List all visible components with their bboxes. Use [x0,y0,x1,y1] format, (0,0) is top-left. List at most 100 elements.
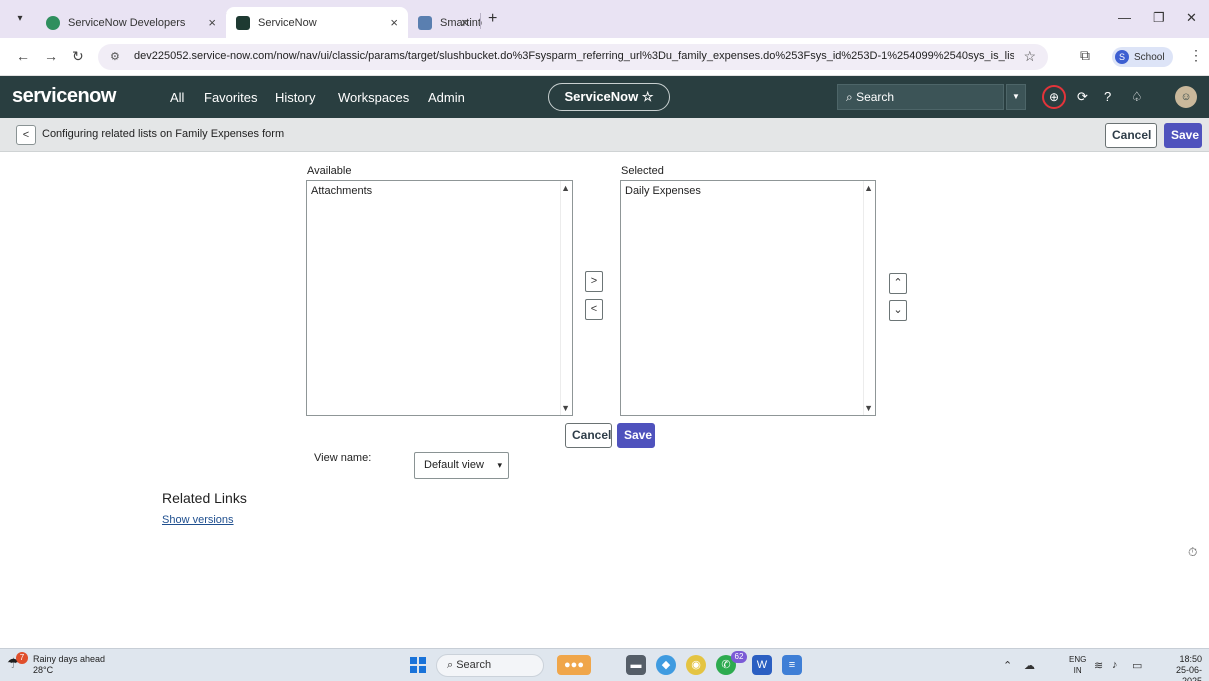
windows-taskbar: ☂ 7 Rainy days ahead 28°C ⌕ Search ●●● ▬… [0,648,1209,681]
move-down-button[interactable]: ⌄ [889,300,907,321]
nav-workspaces[interactable]: Workspaces [338,90,409,105]
show-versions-link[interactable]: Show versions [162,514,234,526]
save-button[interactable]: Save [617,423,655,448]
close-icon[interactable]: × [208,15,216,30]
onedrive-icon[interactable]: ☁ [1024,659,1035,672]
people-widget-icon[interactable]: ●●● [557,655,591,675]
browser-menu-icon[interactable]: ⋮ [1189,47,1203,64]
search-icon: ⌕ [447,659,457,671]
servicenow-logo[interactable]: servicenow [12,85,116,108]
search-icon: ⌕ [846,90,853,104]
timer-icon[interactable]: ⏱ [1188,545,1197,560]
selected-scrollbar[interactable] [863,181,875,415]
globe-icon[interactable]: ⊕ [1042,85,1066,109]
profile-label: School [1134,51,1165,63]
notification-bell-icon[interactable]: ♤ [1131,89,1143,105]
nav-all[interactable]: All [170,90,184,105]
window-close-icon[interactable]: ✕ [1186,10,1197,26]
header-cancel-button[interactable]: Cancel [1105,123,1157,148]
scroll-up-icon[interactable]: ▲ [561,183,570,193]
search-placeholder: Search [856,90,895,104]
wifi-icon[interactable]: ≋ [1094,659,1103,672]
add-to-selected-button[interactable]: > [585,271,603,292]
url-bar[interactable]: ⚙ dev225052.service-now.com/now/nav/ui/c… [98,44,1048,70]
list-item[interactable]: Attachments [311,185,372,197]
weather-widget[interactable]: Rainy days ahead 28°C [33,654,105,676]
nav-admin[interactable]: Admin [428,90,465,105]
minimize-icon[interactable]: — [1118,10,1131,25]
help-icon[interactable]: ? [1104,89,1111,104]
back-arrow-icon[interactable]: ← [16,48,30,64]
system-clock[interactable]: 18:50 25-06-2025 [1162,654,1202,681]
browser-tab-servicenow[interactable]: ServiceNow × [226,7,408,38]
chat-icon[interactable]: ⟳ [1077,89,1088,105]
tab-title: ServiceNow [258,16,317,29]
chrome-icon[interactable]: ◉ [686,655,706,675]
scroll-up-icon[interactable]: ▲ [864,183,873,193]
form-title-bar: < Configuring related lists on Family Ex… [0,118,1209,152]
scroll-down-icon[interactable]: ▼ [864,403,873,413]
header-save-button[interactable]: Save [1164,123,1202,148]
word-icon[interactable]: W [752,655,772,675]
user-avatar[interactable]: ☺ [1175,86,1197,108]
selected-list[interactable]: Daily Expenses ▲ ▼ [620,180,876,416]
address-bar-row: ← → ↻ ⚙ dev225052.service-now.com/now/na… [0,38,1209,76]
selected-label: Selected [621,165,664,177]
list-item[interactable]: Daily Expenses [625,185,701,197]
url-text: dev225052.service-now.com/now/nav/ui/cla… [134,50,1014,62]
extensions-icon[interactable]: ⧉ [1080,47,1090,64]
servicenow-header: servicenow All Favorites History Workspa… [0,76,1209,118]
bookmark-star-icon[interactable]: ☆ [1023,48,1036,65]
remove-from-selected-button[interactable]: < [585,299,603,320]
site-info-icon[interactable]: ⚙ [110,50,120,63]
language-indicator[interactable]: ENG IN [1069,654,1086,676]
weather-temp: 28°C [33,665,54,675]
whatsapp-badge: 62 [731,651,747,663]
windows-start-icon[interactable] [410,657,426,673]
tab-title: ServiceNow Developers [68,16,186,29]
nav-history[interactable]: History [275,90,315,105]
app-scope-pill[interactable]: ServiceNow ☆ [548,83,670,111]
profile-button[interactable]: S School [1112,47,1173,67]
weather-title: Rainy days ahead [33,654,106,664]
tray-chevron-icon[interactable]: ⌃ [1003,659,1012,672]
back-button[interactable]: < [16,125,36,145]
forward-arrow-icon[interactable]: → [44,48,58,64]
related-links-title: Related Links [162,490,247,506]
notepad-icon[interactable]: ≡ [782,655,802,675]
view-name-value: Default view [424,459,484,471]
volume-icon[interactable]: ♪ [1112,659,1118,671]
browser-tab-servicenow-developers[interactable]: ServiceNow Developers × [36,7,226,38]
lang-bottom: IN [1073,666,1082,675]
close-icon[interactable]: × [390,15,398,30]
global-search-input[interactable]: ⌕ Search [837,84,1004,110]
restore-icon[interactable]: ❐ [1153,10,1165,26]
available-list[interactable]: Attachments ▲ ▼ [306,180,573,416]
smartinternz-favicon-icon [418,15,432,30]
view-name-select[interactable]: Default view ▾ [414,452,509,479]
tab-search-icon[interactable]: ▾ [10,9,30,29]
taskbar-search[interactable]: ⌕ Search [436,654,544,677]
servicenow-favicon-icon [236,15,250,30]
taskbar-search-label: Search [456,659,492,671]
clock-time: 18:50 [1179,654,1202,664]
chevron-down-icon: ▾ [497,460,502,470]
close-icon[interactable]: × [461,15,469,30]
page-title: Configuring related lists on Family Expe… [42,128,285,140]
task-view-icon[interactable]: ▬ [626,655,646,675]
search-scope-dropdown[interactable]: ▼ [1006,84,1026,110]
nav-favorites[interactable]: Favorites [204,90,257,105]
reload-icon[interactable]: ↻ [72,48,84,65]
profile-avatar: S [1115,50,1129,64]
new-tab-button[interactable]: + [488,10,497,28]
cancel-button[interactable]: Cancel [565,423,612,448]
copilot-icon[interactable]: ◆ [656,655,676,675]
clock-date: 25-06-2025 [1175,665,1202,681]
lang-top: ENG [1069,655,1087,664]
move-up-button[interactable]: ⌃ [889,273,907,294]
available-label: Available [307,165,352,177]
battery-icon[interactable]: ▭ [1132,659,1142,672]
scroll-down-icon[interactable]: ▼ [561,403,570,413]
available-scrollbar[interactable] [560,181,572,415]
browser-tab-smartinternz-close[interactable]: × [455,7,479,38]
